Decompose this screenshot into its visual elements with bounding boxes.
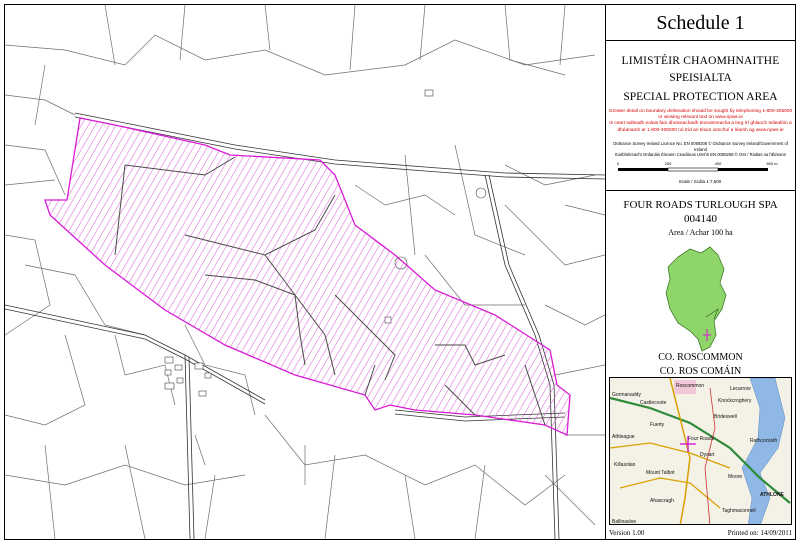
place-label: Gormanaddy <box>612 392 641 398</box>
place-label: Taghmaconnell <box>722 508 756 514</box>
place-label: Moore <box>728 474 742 480</box>
version-label: Version 1.00 <box>609 529 645 537</box>
printed-date: Printed on: 14/09/2011 <box>727 529 792 537</box>
county-outline-map <box>665 246 727 352</box>
scale-tick-200: 200 <box>665 161 672 166</box>
site-code: 004140 <box>684 213 717 225</box>
boundary-notice-english: Greater detail on boundary delineation s… <box>608 109 793 121</box>
spa-boundary[interactable] <box>44 117 571 436</box>
scale-bar: 0 200 400 600 m Scale / Scála 1:7,500 <box>617 161 778 184</box>
place-label: Rathconrath <box>750 438 777 444</box>
county-english: CO. ROSCOMMON <box>658 352 743 363</box>
county-roscommon-shape <box>665 246 727 352</box>
scale-tick-600: 600 m <box>766 161 778 166</box>
main-map[interactable] <box>5 5 606 539</box>
site-name: FOUR ROADS TURLOUGH SPA <box>623 199 778 211</box>
place-label: Fuerty <box>650 422 665 428</box>
boundary-notice-irish: Is ceart tuilleadh eolais faoi dhoiseach… <box>609 121 792 133</box>
place-label: Ahascragh <box>650 498 674 504</box>
map-canvas <box>5 5 605 539</box>
place-label: Ballinasloe <box>612 519 636 525</box>
scale-label: Scale / Scála 1:7,500 <box>679 179 722 184</box>
place-label: Brideswell <box>714 414 737 420</box>
designation-english: SPECIAL PROTECTION AREA <box>623 91 778 103</box>
schedule-title: Schedule 1 <box>606 5 795 41</box>
place-label: Knockcroghery <box>718 398 752 404</box>
licence-english: Ordnance Survey Ireland Licence No. EN 0… <box>612 141 789 152</box>
scale-tick-0: 0 <box>617 161 620 166</box>
location-map-canvas: Roscommon Gormanaddy Castlecoote Athleag… <box>610 378 791 525</box>
legend-panel: Schedule 1 LIMISTÉIR CHAOMHNAITHE SPEISI… <box>606 5 795 539</box>
designation-irish: LIMISTÉIR CHAOMHNAITHE <box>621 55 780 67</box>
boundary-notice: Greater detail on boundary delineation s… <box>608 109 793 134</box>
county-irish: CO. ROS COMÁIN <box>659 366 742 377</box>
place-label: Castlecoote <box>640 400 667 406</box>
site-area: Area / Achar 100 ha <box>668 228 733 237</box>
footer: Version 1.00 Printed on: 14/09/2011 <box>606 529 795 539</box>
designation-block: LIMISTÉIR CHAOMHNAITHE SPEISIALTA SPECIA… <box>606 41 795 191</box>
place-label: Killasolan <box>614 462 636 468</box>
location-map[interactable]: Roscommon Gormanaddy Castlecoote Athleag… <box>609 377 792 525</box>
place-label: Dysart <box>700 452 715 458</box>
place-label: Roscommon <box>676 383 704 389</box>
place-label: Lecarrow <box>730 386 751 392</box>
designation-irish-2: SPEISIALTA <box>669 72 732 84</box>
place-label: ATHLONE <box>760 492 784 498</box>
place-label: Athleague <box>612 434 635 440</box>
place-label: Four Roads <box>688 436 715 442</box>
scale-tick-400: 400 <box>715 161 722 166</box>
place-label: Mount Talbot <box>646 470 675 476</box>
